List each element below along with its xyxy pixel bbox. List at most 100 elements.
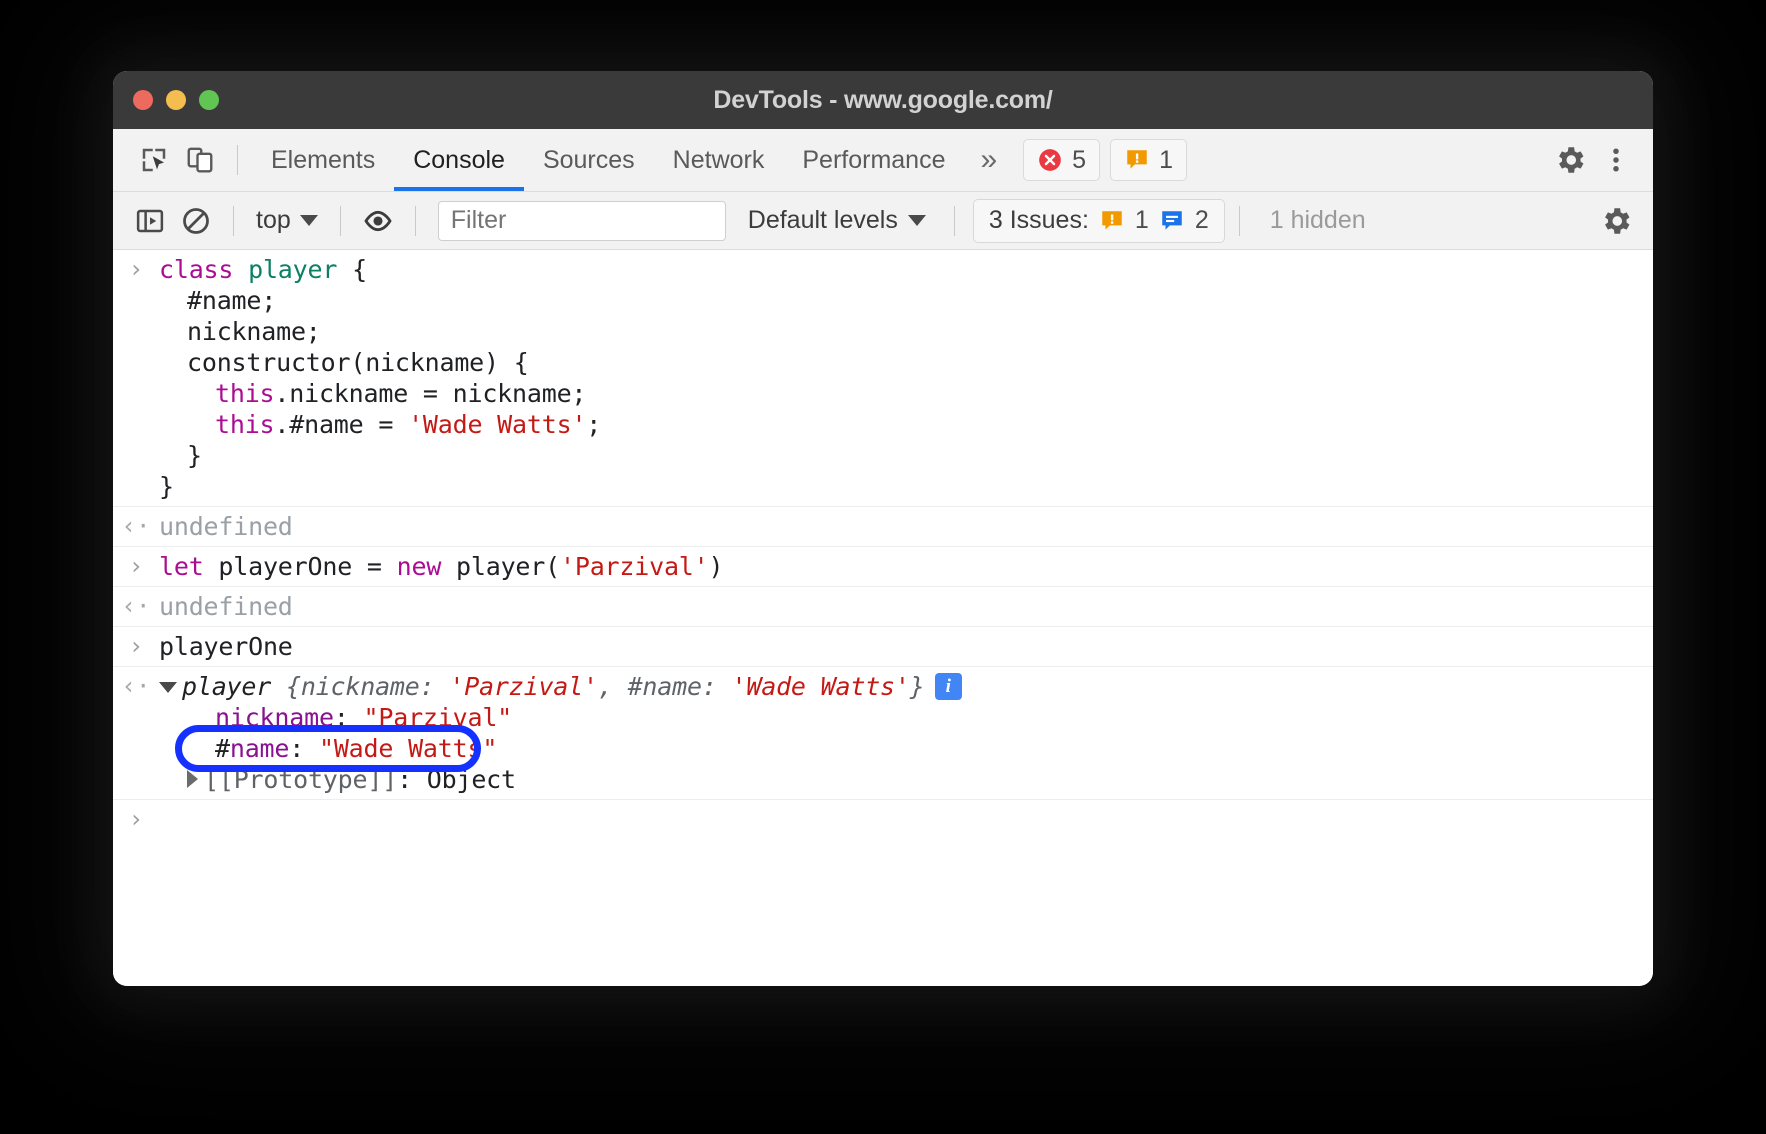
code-token: "Wade Watts" — [319, 734, 497, 763]
console-line: nickname; — [113, 316, 1653, 347]
code-token: name — [230, 734, 289, 763]
more-panels-chevron-icon[interactable]: » — [964, 145, 1013, 175]
code-token: [[Prototype]] — [204, 765, 397, 794]
code-token: "Parzival" — [364, 703, 513, 732]
console-line-text: } — [159, 441, 1653, 470]
console-prompt-row[interactable]: › — [113, 804, 1653, 835]
code-token: #name: — [628, 672, 732, 701]
code-token: # — [215, 734, 230, 763]
code-token: let — [159, 552, 218, 581]
console-message-list[interactable]: ›class player {#name;nickname;constructo… — [113, 250, 1653, 986]
hidden-messages-label[interactable]: 1 hidden — [1254, 206, 1382, 235]
console-line-text: this.nickname = nickname; — [159, 379, 1653, 408]
code-token: .nickname = nickname; — [274, 379, 586, 408]
code-token: player — [248, 255, 337, 284]
code-token: } — [910, 672, 925, 701]
execution-context-label: top — [256, 206, 291, 235]
filter-placeholder: Filter — [451, 206, 507, 235]
console-sidebar-icon[interactable] — [127, 198, 173, 244]
code-token: constructor(nickname) { — [187, 348, 529, 377]
console-message-group: › — [113, 800, 1653, 839]
console-line-gutter-icon: › — [113, 805, 159, 834]
tab-elements[interactable]: Elements — [252, 129, 394, 191]
devtools-window: DevTools - www.google.com/ Elements — [113, 71, 1653, 986]
console-toolbar-right-controls — [1593, 198, 1653, 244]
clear-console-icon[interactable] — [173, 198, 219, 244]
log-level-selector[interactable]: Default levels — [734, 206, 940, 235]
device-toolbar-icon[interactable] — [177, 137, 223, 183]
console-line-text: [[Prototype]]: Object — [159, 765, 1653, 794]
console-line: ›class player { — [113, 254, 1653, 285]
console-message-group: ›playerOne — [113, 627, 1653, 667]
code-token: playerOne — [159, 632, 293, 661]
issues-info-icon — [1159, 208, 1185, 234]
close-window-button[interactable] — [133, 90, 153, 110]
console-line-gutter-icon: › — [113, 632, 159, 661]
inspect-element-icon[interactable] — [131, 137, 177, 183]
console-settings-gear-icon[interactable] — [1593, 198, 1639, 244]
console-line-text: undefined — [159, 512, 1653, 541]
minimize-window-button[interactable] — [166, 90, 186, 110]
code-token: player — [182, 672, 286, 701]
warning-count-badge[interactable]: 1 — [1110, 139, 1187, 181]
code-token: : — [289, 734, 319, 763]
code-token: 'Parzival' — [560, 552, 709, 581]
error-count-badge[interactable]: 5 — [1023, 139, 1100, 181]
code-token: playerOne = — [218, 552, 396, 581]
chevron-down-icon — [908, 215, 926, 226]
gear-icon[interactable] — [1547, 137, 1593, 183]
code-token: { — [337, 255, 367, 284]
console-line-gutter-icon: ‹· — [113, 672, 159, 701]
code-token: this — [215, 379, 274, 408]
maximize-window-button[interactable] — [199, 90, 219, 110]
warning-count-value: 1 — [1159, 146, 1173, 175]
window-title: DevTools - www.google.com/ — [113, 86, 1653, 115]
console-line: ›let playerOne = new player('Parzival') — [113, 551, 1653, 582]
tab-performance[interactable]: Performance — [783, 129, 964, 191]
console-line: } — [113, 440, 1653, 471]
filter-input[interactable]: Filter — [438, 201, 726, 241]
kebab-menu-icon[interactable] — [1593, 137, 1639, 183]
console-line-text: constructor(nickname) { — [159, 348, 1653, 377]
expand-triangle-down-icon[interactable] — [159, 682, 177, 693]
code-token: nickname; — [187, 317, 321, 346]
log-level-label: Default levels — [748, 206, 898, 235]
console-line: this.#name = 'Wade Watts'; — [113, 409, 1653, 440]
console-line-text: nickname; — [159, 317, 1653, 346]
console-message-group: ‹·undefined — [113, 587, 1653, 627]
console-line: } — [113, 471, 1653, 502]
console-line-text: nickname: "Parzival" — [159, 703, 1653, 732]
code-token: undefined — [159, 592, 293, 621]
console-message-group: ‹·player {nickname: 'Parzival', #name: '… — [113, 667, 1653, 800]
console-line-text: let playerOne = new player('Parzival') — [159, 552, 1653, 581]
devtools-panel-tabbar: Elements Console Sources Network Perform… — [113, 129, 1653, 192]
tab-console[interactable]: Console — [394, 129, 524, 191]
live-expression-eye-icon[interactable] — [355, 198, 401, 244]
code-token: class — [159, 255, 248, 284]
screenshot-root: DevTools - www.google.com/ Elements — [0, 0, 1766, 1134]
console-line-gutter-icon: ‹· — [113, 512, 159, 541]
code-token: player( — [456, 552, 560, 581]
console-line: #name: "Wade Watts" — [113, 733, 1653, 764]
info-badge-icon[interactable]: i — [935, 673, 962, 700]
execution-context-selector[interactable]: top — [248, 206, 326, 235]
console-line: ‹·player {nickname: 'Parzival', #name: '… — [113, 671, 1653, 702]
code-token: ; — [586, 410, 601, 439]
expand-triangle-right-icon[interactable] — [187, 770, 198, 788]
console-toolbar-divider-1 — [233, 206, 234, 236]
code-token: : — [334, 703, 364, 732]
panel-tabbar-right-controls — [1547, 137, 1653, 183]
tab-network[interactable]: Network — [654, 129, 784, 191]
console-message-group: ›class player {#name;nickname;constructo… — [113, 250, 1653, 507]
tab-sources[interactable]: Sources — [524, 129, 654, 191]
console-line: [[Prototype]]: Object — [113, 764, 1653, 795]
console-message-group: ›let playerOne = new player('Parzival') — [113, 547, 1653, 587]
console-line: ›playerOne — [113, 631, 1653, 662]
traffic-light-buttons — [133, 90, 219, 110]
code-token: #name; — [187, 286, 276, 315]
error-count-value: 5 — [1072, 146, 1086, 175]
console-line-gutter-icon: › — [113, 552, 159, 581]
issues-summary-button[interactable]: 3 Issues: 1 2 — [973, 199, 1225, 243]
console-line-text: playerOne — [159, 632, 1653, 661]
code-token: , — [598, 672, 628, 701]
